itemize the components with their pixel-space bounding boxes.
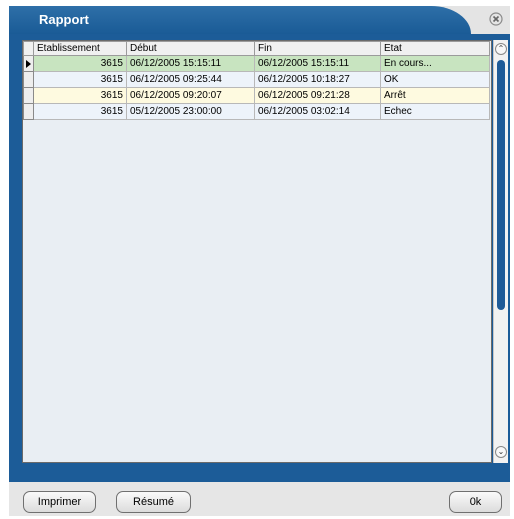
- report-table: Etablissement Début Fin Etat 3615 06/12/…: [23, 41, 490, 120]
- ok-button[interactable]: 0k: [449, 491, 502, 513]
- row-selector[interactable]: [23, 55, 34, 72]
- cell-etablissement: 3615: [33, 103, 127, 120]
- column-header-etat[interactable]: Etat: [380, 41, 490, 56]
- table-row[interactable]: 3615 06/12/2005 15:15:11 06/12/2005 15:1…: [23, 55, 490, 72]
- table-row[interactable]: 3615 06/12/2005 09:25:44 06/12/2005 10:1…: [23, 71, 490, 88]
- window-title: Rapport: [39, 12, 89, 27]
- cell-etat: En cours...: [380, 55, 490, 72]
- cell-etablissement: 3615: [33, 87, 127, 104]
- cell-debut: 06/12/2005 09:25:44: [126, 71, 255, 88]
- report-grid[interactable]: Etablissement Début Fin Etat 3615 06/12/…: [22, 40, 492, 463]
- row-selector[interactable]: [23, 103, 34, 120]
- table-header-row: Etablissement Début Fin Etat: [23, 41, 490, 56]
- close-icon-graphic: [489, 12, 503, 26]
- column-header-etablissement[interactable]: Etablissement: [33, 41, 127, 56]
- cell-fin: 06/12/2005 03:02:14: [254, 103, 381, 120]
- close-icon[interactable]: [488, 11, 504, 27]
- cell-debut: 06/12/2005 09:20:07: [126, 87, 255, 104]
- title-tab: Rapport: [9, 6, 471, 34]
- cell-fin: 06/12/2005 09:21:28: [254, 87, 381, 104]
- vertical-scrollbar[interactable]: ⌃ ⌄: [493, 40, 508, 463]
- cell-etat: Arrêt: [380, 87, 490, 104]
- cell-fin: 06/12/2005 15:15:11: [254, 55, 381, 72]
- row-selector[interactable]: [23, 87, 34, 104]
- cell-debut: 06/12/2005 15:15:11: [126, 55, 255, 72]
- button-bar: Imprimer Résumé 0k: [9, 482, 510, 516]
- print-button[interactable]: Imprimer: [23, 491, 96, 513]
- cell-etablissement: 3615: [33, 55, 127, 72]
- scroll-up-icon[interactable]: ⌃: [495, 43, 507, 55]
- cell-etat: OK: [380, 71, 490, 88]
- report-window: Rapport Etablissement Début Fin Etat 361…: [9, 6, 510, 516]
- cell-debut: 05/12/2005 23:00:00: [126, 103, 255, 120]
- row-selector-header: [23, 41, 34, 56]
- scroll-down-icon[interactable]: ⌄: [495, 446, 507, 458]
- summary-button[interactable]: Résumé: [116, 491, 191, 513]
- table-row[interactable]: 3615 05/12/2005 23:00:00 06/12/2005 03:0…: [23, 103, 490, 120]
- column-header-fin[interactable]: Fin: [254, 41, 381, 56]
- scrollbar-thumb[interactable]: [497, 60, 505, 310]
- cell-etablissement: 3615: [33, 71, 127, 88]
- cell-fin: 06/12/2005 10:18:27: [254, 71, 381, 88]
- cell-etat: Echec: [380, 103, 490, 120]
- table-row[interactable]: 3615 06/12/2005 09:20:07 06/12/2005 09:2…: [23, 87, 490, 104]
- row-selector[interactable]: [23, 71, 34, 88]
- column-header-debut[interactable]: Début: [126, 41, 255, 56]
- current-row-arrow-icon: [26, 59, 31, 68]
